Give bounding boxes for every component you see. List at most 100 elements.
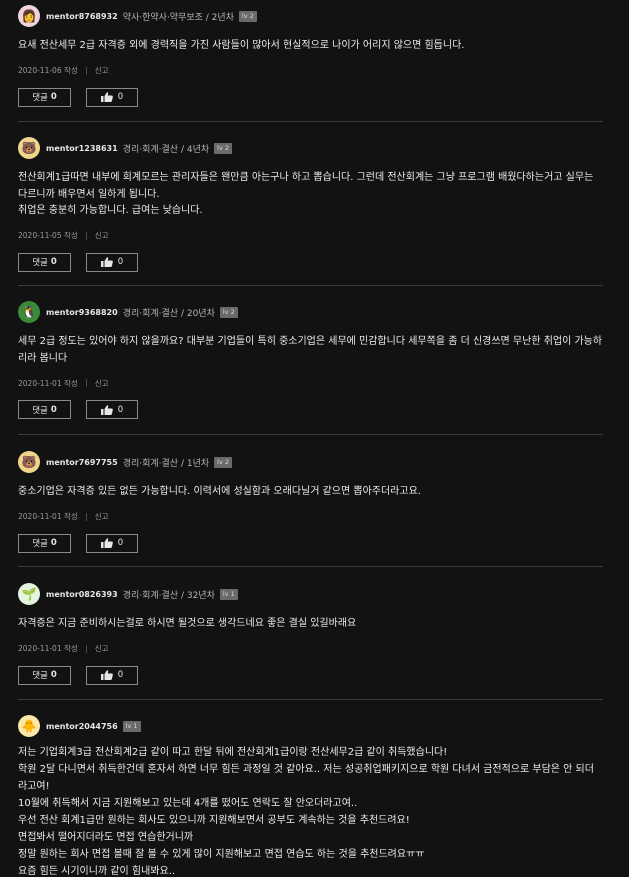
thumbs-up-icon [100,404,113,415]
comment-header: 🐧 mentor9368820 경리·회계·결산 / 20년차 lv 2 [18,300,603,324]
reply-button[interactable]: 댓글 0 [18,87,71,107]
action-buttons: 댓글 0 0 [18,252,603,272]
comment-body: 중소기업은 자격증 있든 없든 가능합니다. 이력서에 성실함과 오래다닐거 같… [18,486,421,497]
like-button[interactable]: 0 [86,87,138,107]
reply-button[interactable]: 댓글 0 [18,252,71,272]
action-buttons: 댓글 0 0 [18,400,603,419]
report-link[interactable]: 신고 [95,511,109,522]
comment-footer: 2020-11-01 작성 신고 [18,511,603,523]
comment-date: 2020-11-06 작성 [18,66,78,75]
reply-label: 댓글 [32,539,48,549]
avatar[interactable]: 👩 [18,5,40,27]
job-meta: 경리·회계·결산 / 20년차 [122,308,215,319]
comment-item: 👩 mentor8768932 약사·한약사·약무보조 / 2년차 lv 2 요… [18,4,603,107]
reply-button[interactable]: 댓글 0 [18,400,71,419]
comment-body: 저는 기업회계3급 전산회계2급 같이 따고 한달 뒤에 전산회계1급이랑 전산… [18,747,594,877]
level-badge: lv 1 [122,720,141,732]
job-meta: 경리·회계·결산 / 4년차 [122,144,210,155]
like-button[interactable]: 0 [86,252,138,272]
thumbs-up-icon [100,538,113,548]
comment-item: 🐥 mentor2044756 lv 1 저는 기업회계3급 전산회계2급 같이… [18,714,603,877]
thumbs-up-icon [100,92,113,102]
reply-button[interactable]: 댓글 0 [18,665,71,685]
username[interactable]: mentor0826393 [46,590,118,599]
avatar[interactable]: 🌱 [18,583,40,605]
job-meta: 경리·회계·결산 / 32년차 [122,590,215,601]
like-count: 0 [117,92,124,102]
username[interactable]: mentor9368820 [46,308,118,317]
action-buttons: 댓글 0 0 [18,87,603,107]
comment-body: 자격증은 지금 준비하시는걸로 하시면 될것으로 생각드네요 좋은 결실 있길바… [18,618,357,629]
level-badge: lv 2 [238,10,257,22]
reply-label: 댓글 [32,671,48,681]
like-button[interactable]: 0 [86,533,138,553]
job-meta: 경리·회계·결산 / 1년차 [122,458,210,469]
sprout-icon: 🌱 [21,587,37,601]
thumbs-up-icon [100,257,113,267]
reply-count: 0 [50,257,57,267]
comment-footer: 2020-11-06 작성 신고 [18,65,603,77]
username[interactable]: mentor1238631 [46,144,118,153]
divider [85,644,87,653]
divider [18,434,603,435]
comment-date: 2020-11-01 작성 [18,644,78,653]
reply-label: 댓글 [32,258,48,268]
divider [18,566,603,567]
chick-icon: 🐥 [21,719,37,733]
level-badge: lv 1 [219,588,238,600]
comment-footer: 2020-11-01 작성 신고 [18,643,603,655]
username[interactable]: mentor2044756 [46,722,118,731]
like-count: 0 [117,404,124,415]
comment-date: 2020-11-01 작성 [18,378,78,388]
level-badge: lv 2 [214,456,232,468]
comment-header: 👩 mentor8768932 약사·한약사·약무보조 / 2년차 lv 2 [18,4,603,28]
like-count: 0 [117,670,124,680]
pink-character-icon: 👩 [21,9,37,23]
like-count: 0 [117,257,124,267]
divider [18,285,603,286]
reply-label: 댓글 [32,93,48,103]
comment-header: 🐻 mentor1238631 경리·회계·결산 / 4년차 lv 2 [18,136,603,160]
action-buttons: 댓글 0 0 [18,533,603,553]
avatar[interactable]: 🐥 [18,715,40,737]
report-link[interactable]: 신고 [95,378,109,389]
avatar[interactable]: 🐻 [18,137,40,159]
comment-body: 전산회계1급따면 내부에 회계모르는 관리자들은 왠만큼 아는구나 하고 뽑습니… [18,172,594,216]
avatar[interactable]: 🐧 [18,301,40,323]
like-button[interactable]: 0 [86,400,138,419]
divider [18,699,603,700]
thumbs-up-icon [100,670,113,680]
comment-item: 🌱 mentor0826393 경리·회계·결산 / 32년차 lv 1 자격증… [18,582,603,685]
job-meta: 약사·한약사·약무보조 / 2년차 [122,12,234,23]
reply-button[interactable]: 댓글 0 [18,533,71,553]
report-link[interactable]: 신고 [95,643,109,654]
username[interactable]: mentor8768932 [46,12,118,21]
reply-count: 0 [50,92,57,102]
avatar[interactable]: 🐻 [18,451,40,473]
username[interactable]: mentor7697755 [46,458,118,467]
like-count: 0 [117,538,124,548]
comment-item: 🐻 mentor1238631 경리·회계·결산 / 4년차 lv 2 전산회계… [18,136,603,272]
comment-header: 🐻 mentor7697755 경리·회계·결산 / 1년차 lv 2 [18,450,603,474]
level-badge: lv 2 [214,142,232,154]
reply-count: 0 [50,538,57,548]
comment-item: 🐧 mentor9368820 경리·회계·결산 / 20년차 lv 2 세무 … [18,300,603,419]
comment-item: 🐻 mentor7697755 경리·회계·결산 / 1년차 lv 2 중소기업… [18,450,603,553]
report-link[interactable]: 신고 [95,230,109,241]
action-buttons: 댓글 0 0 [18,665,603,685]
reply-count: 0 [50,404,57,415]
divider [18,121,603,122]
comment-body: 요새 전산세무 2급 자격증 외에 경력직을 가진 사람들이 많아서 현실적으로… [18,40,465,51]
comment-body: 세무 2급 정도는 있어야 하지 않을까요? 대부분 기업들이 특히 중소기업은… [18,336,603,364]
comment-footer: 2020-11-01 작성 신고 [18,377,603,389]
like-button[interactable]: 0 [86,665,138,685]
level-badge: lv 2 [219,306,238,318]
bear-icon: 🐻 [21,455,37,469]
reply-label: 댓글 [32,405,48,416]
comment-date: 2020-11-05 작성 [18,231,78,240]
penguin-icon: 🐧 [21,305,37,319]
report-link[interactable]: 신고 [95,65,109,76]
comment-date: 2020-11-01 작성 [18,512,78,521]
comment-footer: 2020-11-05 작성 신고 [18,230,603,242]
divider [85,379,87,387]
